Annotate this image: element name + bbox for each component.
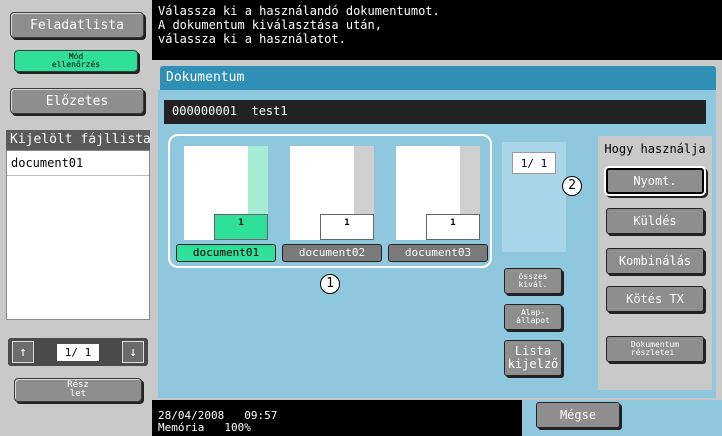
box-id-bar: 000000001 test1 [164, 100, 706, 124]
preview-button[interactable]: Előzetes [10, 88, 144, 114]
box-name: test1 [251, 104, 288, 118]
callout-1: 1 [320, 274, 340, 294]
list-item[interactable]: document01 [7, 151, 149, 176]
left-panel: Feladatlista Mód ellenőrzés Előzetes Kij… [0, 0, 152, 436]
tab-document[interactable]: Dokumentum [160, 66, 716, 90]
document-details-button[interactable]: Dokumentum részletei [606, 336, 704, 362]
box-id: 000000001 [172, 104, 238, 118]
page-thumbnail: 1 [184, 146, 268, 240]
memory-label: Memória [158, 421, 205, 434]
binding-tx-button[interactable]: Kötés TX [606, 286, 704, 312]
memory-value: 100% [224, 421, 251, 434]
thumbnail-group: 1 document01 1 document02 1 document03 [168, 134, 492, 268]
thumbnail-label: document01 [176, 244, 276, 262]
print-button[interactable]: Nyomt. [606, 168, 704, 194]
usage-title: Hogy használja [604, 142, 706, 156]
reset-button[interactable]: Alap- állapot [504, 304, 562, 330]
page-count: 1 [320, 214, 374, 240]
list-view-button[interactable]: Lista kijelző [504, 340, 562, 376]
instruction-message: Válassza ki a használandó dokumentumot. … [152, 0, 722, 60]
page-count: 1 [426, 214, 480, 240]
thumbnail-document02[interactable]: 1 document02 [282, 146, 382, 262]
status-bar: 28/04/2008 09:57 Memória 100% Mégse [152, 400, 722, 436]
send-button[interactable]: Küldés [606, 208, 704, 234]
cancel-button[interactable]: Mégse [536, 402, 620, 428]
page-indicator: 1/ 1 [512, 152, 556, 174]
select-all-button[interactable]: összes kivál. [504, 268, 562, 294]
usage-panel: Hogy használja Nyomt. Küldés Kombinálás … [598, 136, 712, 390]
thumbnail-document01[interactable]: 1 document01 [176, 146, 276, 262]
status-info: 28/04/2008 09:57 Memória 100% [158, 410, 297, 434]
callout-2: 2 [562, 176, 582, 196]
thumbnail-label: document03 [388, 244, 488, 262]
page-thumbnail: 1 [396, 146, 480, 240]
document-content: 000000001 test1 1 document01 1 document0… [158, 90, 716, 398]
page-indicator-box: 1/ 1 [502, 142, 566, 252]
thumbnail-label: document02 [282, 244, 382, 262]
file-list: document01 [6, 150, 150, 320]
file-list-pager: ↑ 1/ 1 ↓ [8, 338, 148, 366]
job-list-button[interactable]: Feladatlista [10, 12, 144, 38]
mode-check-button[interactable]: Mód ellenőrzés [14, 50, 138, 72]
file-list-header: Kijelölt fájllista [6, 130, 151, 150]
thumbnail-document03[interactable]: 1 document03 [388, 146, 488, 262]
page-thumbnail: 1 [290, 146, 374, 240]
page-count: 1 [214, 214, 268, 240]
detail-button[interactable]: Rész let [14, 378, 142, 402]
page-counter: 1/ 1 [56, 343, 100, 361]
main-area: Dokumentum 000000001 test1 1 document01 … [152, 60, 722, 400]
combine-button[interactable]: Kombinálás [606, 248, 704, 274]
arrow-down-icon[interactable]: ↓ [122, 341, 144, 363]
arrow-up-icon[interactable]: ↑ [12, 341, 34, 363]
